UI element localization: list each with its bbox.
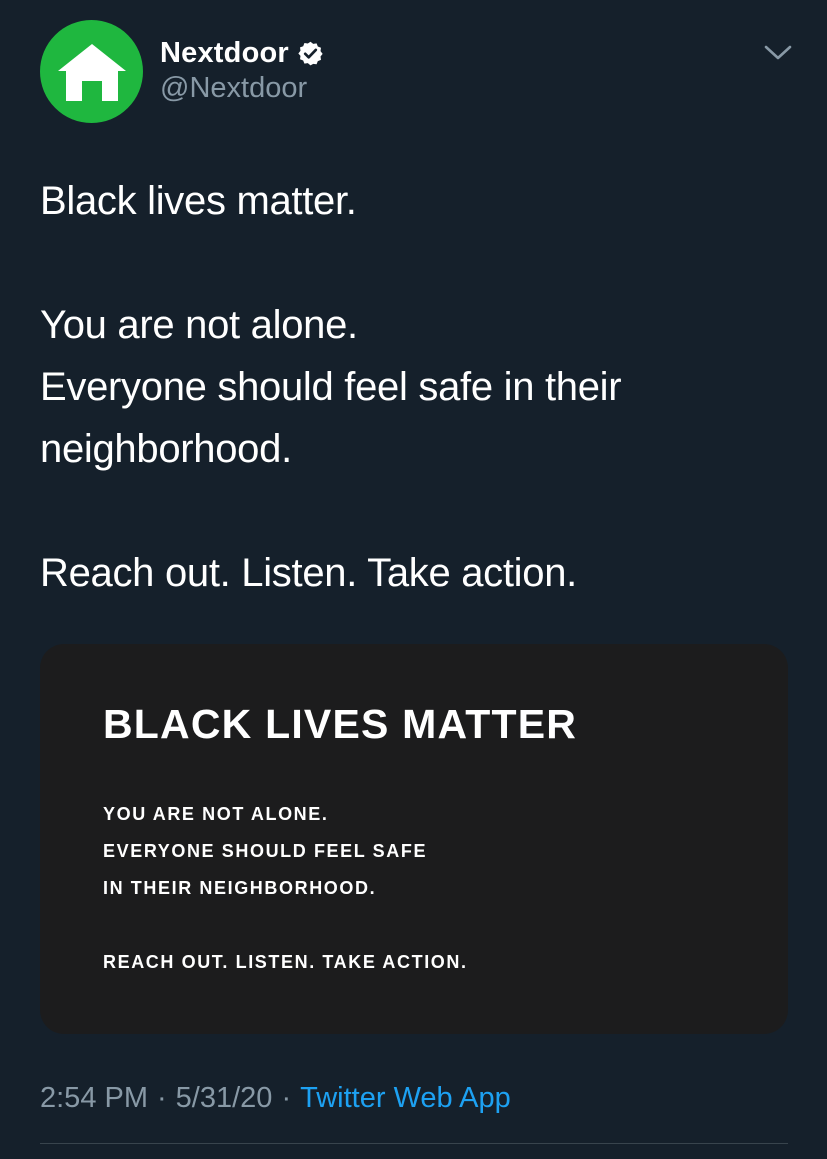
tweet-source-link[interactable]: Twitter Web App [300,1082,511,1115]
handle[interactable]: @Nextdoor [160,72,324,105]
tweet-date[interactable]: 5/31/20 [176,1082,273,1115]
media-image[interactable]: BLACK LIVES MATTER YOU ARE NOT ALONE. EV… [40,644,788,1034]
tweet-text: Black lives matter. You are not alone. E… [40,170,800,604]
verified-badge-icon [297,40,324,67]
media-line: YOU ARE NOT ALONE. [103,804,329,824]
tweet-line-gap [40,480,800,542]
media-line: REACH OUT. LISTEN. TAKE ACTION. [103,952,468,972]
author-block: Nextdoor @Nextdoor [160,34,324,105]
chevron-down-icon[interactable] [762,38,794,66]
tweet: Nextdoor @Nextdoor Black lives matter. Y… [0,0,827,1159]
house-icon [57,43,126,101]
tweet-line: Reach out. Listen. Take action. [40,551,577,595]
name-row: Nextdoor [160,34,324,72]
avatar[interactable] [40,20,143,123]
meta-separator: · [281,1082,292,1114]
media-line: IN THEIR NEIGHBORHOOD. [103,878,377,898]
tweet-line: Black lives matter. [40,179,357,223]
tweet-line: You are not alone. [40,303,358,347]
tweet-line: neighborhood. [40,427,292,471]
media-line: EVERYONE SHOULD FEEL SAFE [103,841,428,861]
divider [40,1143,788,1144]
tweet-time[interactable]: 2:54 PM [40,1082,148,1115]
media-title: BLACK LIVES MATTER [103,701,578,747]
meta-separator: · [157,1082,167,1114]
tweet-meta: 2:54 PM · 5/31/20 · Twitter Web App [40,1082,511,1115]
display-name[interactable]: Nextdoor [160,37,289,70]
tweet-line: Everyone should feel safe in their [40,365,622,409]
tweet-line-gap [40,232,800,294]
media-text: YOU ARE NOT ALONE. EVERYONE SHOULD FEEL … [103,801,468,986]
media-line-gap [103,912,468,949]
